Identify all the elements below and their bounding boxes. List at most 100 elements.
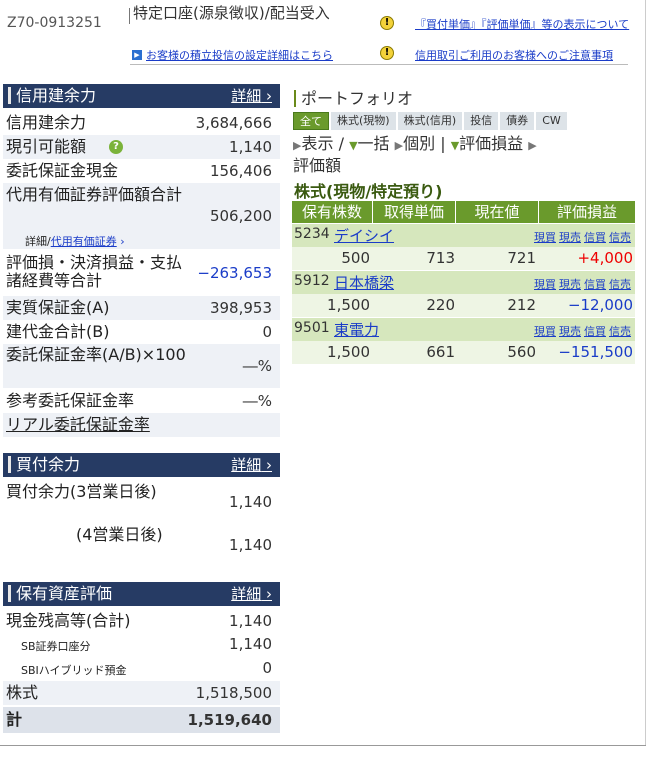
header: Z70-0913251 特定口座(源泉徴収)/配当受入 ▶ お客様の積立投信の設…	[0, 0, 654, 68]
assets-row-value: 1,518,500	[195, 684, 272, 702]
margin-buy-link[interactable]: 信買	[584, 325, 606, 338]
buying-detail-link[interactable]: 詳細 ›	[231, 453, 272, 477]
column-header: 保有株数	[292, 201, 372, 223]
holding-group: 5912 日本橋梁 現買 現売 信買 信売 1,500 220 212 −12,000	[292, 271, 635, 317]
trade-actions: 現買 現売 信買 信売	[531, 323, 631, 339]
price-cell: 721	[507, 249, 536, 267]
margin-buy-link[interactable]: 信買	[584, 231, 606, 244]
margin-row-label: 代用有価証券評価額合計	[6, 185, 183, 204]
savings-setting-link[interactable]: ▶ お客様の積立投信の設定詳細はこちら	[132, 47, 333, 63]
cost-cell: 713	[426, 249, 455, 267]
trade-actions: 現買 現売 信買 信売	[531, 229, 631, 245]
collateral-securities-link[interactable]: 代用有価証券	[51, 235, 117, 248]
stock-name-link[interactable]: デイシイ	[334, 225, 394, 246]
qty-cell: 500	[341, 249, 370, 267]
table-header: 保有株数 取得単価 現在値 評価損益	[292, 201, 635, 223]
cash-buy-link[interactable]: 現買	[534, 231, 556, 244]
warning-icon: !	[380, 16, 394, 30]
margin-buy-link[interactable]: 信買	[584, 278, 606, 291]
buying-row: 買付余力(3営業日後) 1,140	[3, 481, 280, 523]
margin-section-title: 信用建余力	[16, 86, 97, 105]
caret-down-icon: ▼	[349, 139, 358, 152]
cash-buy-link[interactable]: 現買	[534, 278, 556, 291]
assets-detail-link[interactable]: 詳細 ›	[231, 582, 272, 606]
help-icon[interactable]: ?	[109, 140, 123, 154]
pl-cell: +4,000	[577, 249, 633, 267]
warning-icon: !	[380, 46, 394, 60]
margin-row-value: 1,140	[229, 138, 272, 156]
qty-cell: 1,500	[327, 343, 370, 361]
tab-cw[interactable]: CW	[536, 112, 567, 130]
stock-section-title: 株式(現物/特定預り)	[294, 182, 443, 201]
cost-cell: 220	[426, 296, 455, 314]
assets-row-value: 1,140	[229, 612, 272, 630]
header-separator	[129, 8, 130, 24]
pl-cell: −151,500	[558, 343, 633, 361]
bulk-toggle[interactable]: 一括	[358, 134, 390, 153]
assets-row-value: 1,140	[229, 635, 272, 653]
holdings-table: 保有株数 取得単価 現在値 評価損益 5234 デイシイ 現買 現売 信買 信売 50…	[292, 201, 635, 364]
individual-toggle[interactable]: 個別	[403, 134, 435, 153]
stock-code: 9501	[294, 320, 330, 336]
real-margin-rate-link[interactable]: リアル委託保証金率	[6, 416, 150, 434]
margin-row-value: 0	[262, 323, 272, 341]
buying-row-value: 1,140	[229, 536, 272, 554]
portfolio-controls: ▶表示 / ▼一括 ▶個別 | ▼評価損益 ▶ 評価額	[293, 134, 537, 175]
price-cell: 560	[507, 343, 536, 361]
display-label: 表示	[301, 134, 334, 153]
stock-code: 5912	[294, 273, 330, 289]
cash-sell-link[interactable]: 現売	[559, 278, 581, 291]
savings-setting-link-text[interactable]: お客様の積立投信の設定詳細はこちら	[146, 47, 333, 63]
assets-total-row: 計 1,519,640	[3, 707, 280, 733]
stock-code: 5234	[294, 226, 330, 242]
margin-row: 現引可能額 ? 1,140	[3, 135, 280, 159]
column-header: 取得単価	[373, 201, 455, 223]
stock-name-link[interactable]: 東電力	[334, 319, 379, 340]
tab-fund[interactable]: 投信	[464, 112, 499, 130]
tab-bond[interactable]: 債券	[500, 112, 535, 130]
arrow-square-icon: ▶	[132, 50, 142, 60]
assets-section-header: 保有資産評価 詳細 ›	[3, 582, 280, 606]
holding-group: 9501 東電力 現買 現売 信買 信売 1,500 661 560 −151,500	[292, 318, 635, 364]
margin-row-value: 398,953	[209, 299, 272, 317]
table-row: 1,500 220 212 −12,000	[292, 294, 635, 317]
tab-stock-cash[interactable]: 株式(現物)	[331, 112, 396, 130]
caret-right-icon: ▶	[528, 139, 537, 152]
caret-right-icon: ▶	[394, 139, 404, 152]
margin-row-label: 信用建余力	[6, 113, 87, 132]
margin-sell-link[interactable]: 信売	[609, 278, 631, 291]
margin-row: リアル委託保証金率	[3, 413, 280, 437]
assets-row-label: 現金残高等(合計)	[6, 611, 131, 630]
assets-row-label: 株式	[6, 683, 39, 702]
tab-stock-margin[interactable]: 株式(信用)	[397, 112, 463, 130]
tab-all[interactable]: 全て	[293, 112, 329, 130]
buying-row-label: (4営業日後)	[76, 525, 163, 544]
margin-row-label: 評価損・決済損益・支払諸経費等合計	[6, 253, 183, 290]
margin-row-value: −263,653	[197, 264, 272, 282]
margin-sell-link[interactable]: 信売	[609, 231, 631, 244]
cash-buy-link[interactable]: 現買	[534, 325, 556, 338]
trade-actions: 現買 現売 信買 信売	[531, 276, 631, 292]
margin-row: 実質保証金(A) 398,953	[3, 296, 280, 320]
margin-row-value: ―%	[242, 357, 272, 375]
margin-row-value: ―%	[242, 392, 272, 410]
cash-sell-link[interactable]: 現売	[559, 325, 581, 338]
margin-caution-link[interactable]: 信用取引ご利用のお客様へのご注意事項	[415, 47, 613, 63]
buying-section-title: 買付余力	[16, 455, 81, 474]
cash-sell-link[interactable]: 現売	[559, 231, 581, 244]
eval-pl-toggle[interactable]: 評価損益	[459, 134, 523, 153]
eval-amount-toggle[interactable]: 評価額	[293, 156, 341, 175]
table-row: 5912 日本橋梁 現買 現売 信買 信売	[292, 271, 635, 294]
stock-name-link[interactable]: 日本橋梁	[334, 272, 394, 293]
margin-sell-link[interactable]: 信売	[609, 325, 631, 338]
assets-row: SB証券口座分 1,140	[3, 632, 280, 655]
caret-down-icon: ▼	[450, 139, 460, 152]
assets-total-value: 1,519,640	[187, 711, 272, 729]
buying-row-value: 1,140	[229, 493, 272, 511]
margin-detail-link[interactable]: 詳細 ›	[231, 84, 272, 108]
page-border	[0, 745, 646, 746]
price-display-note-link[interactable]: 『買付単価』『評価単価』等の表示について	[415, 16, 629, 32]
margin-row: 建代金合計(B) 0	[3, 320, 280, 344]
portfolio-tabs: 全て 株式(現物) 株式(信用) 投信 債券 CW	[293, 112, 567, 130]
account-number: Z70-0913251	[7, 15, 102, 31]
